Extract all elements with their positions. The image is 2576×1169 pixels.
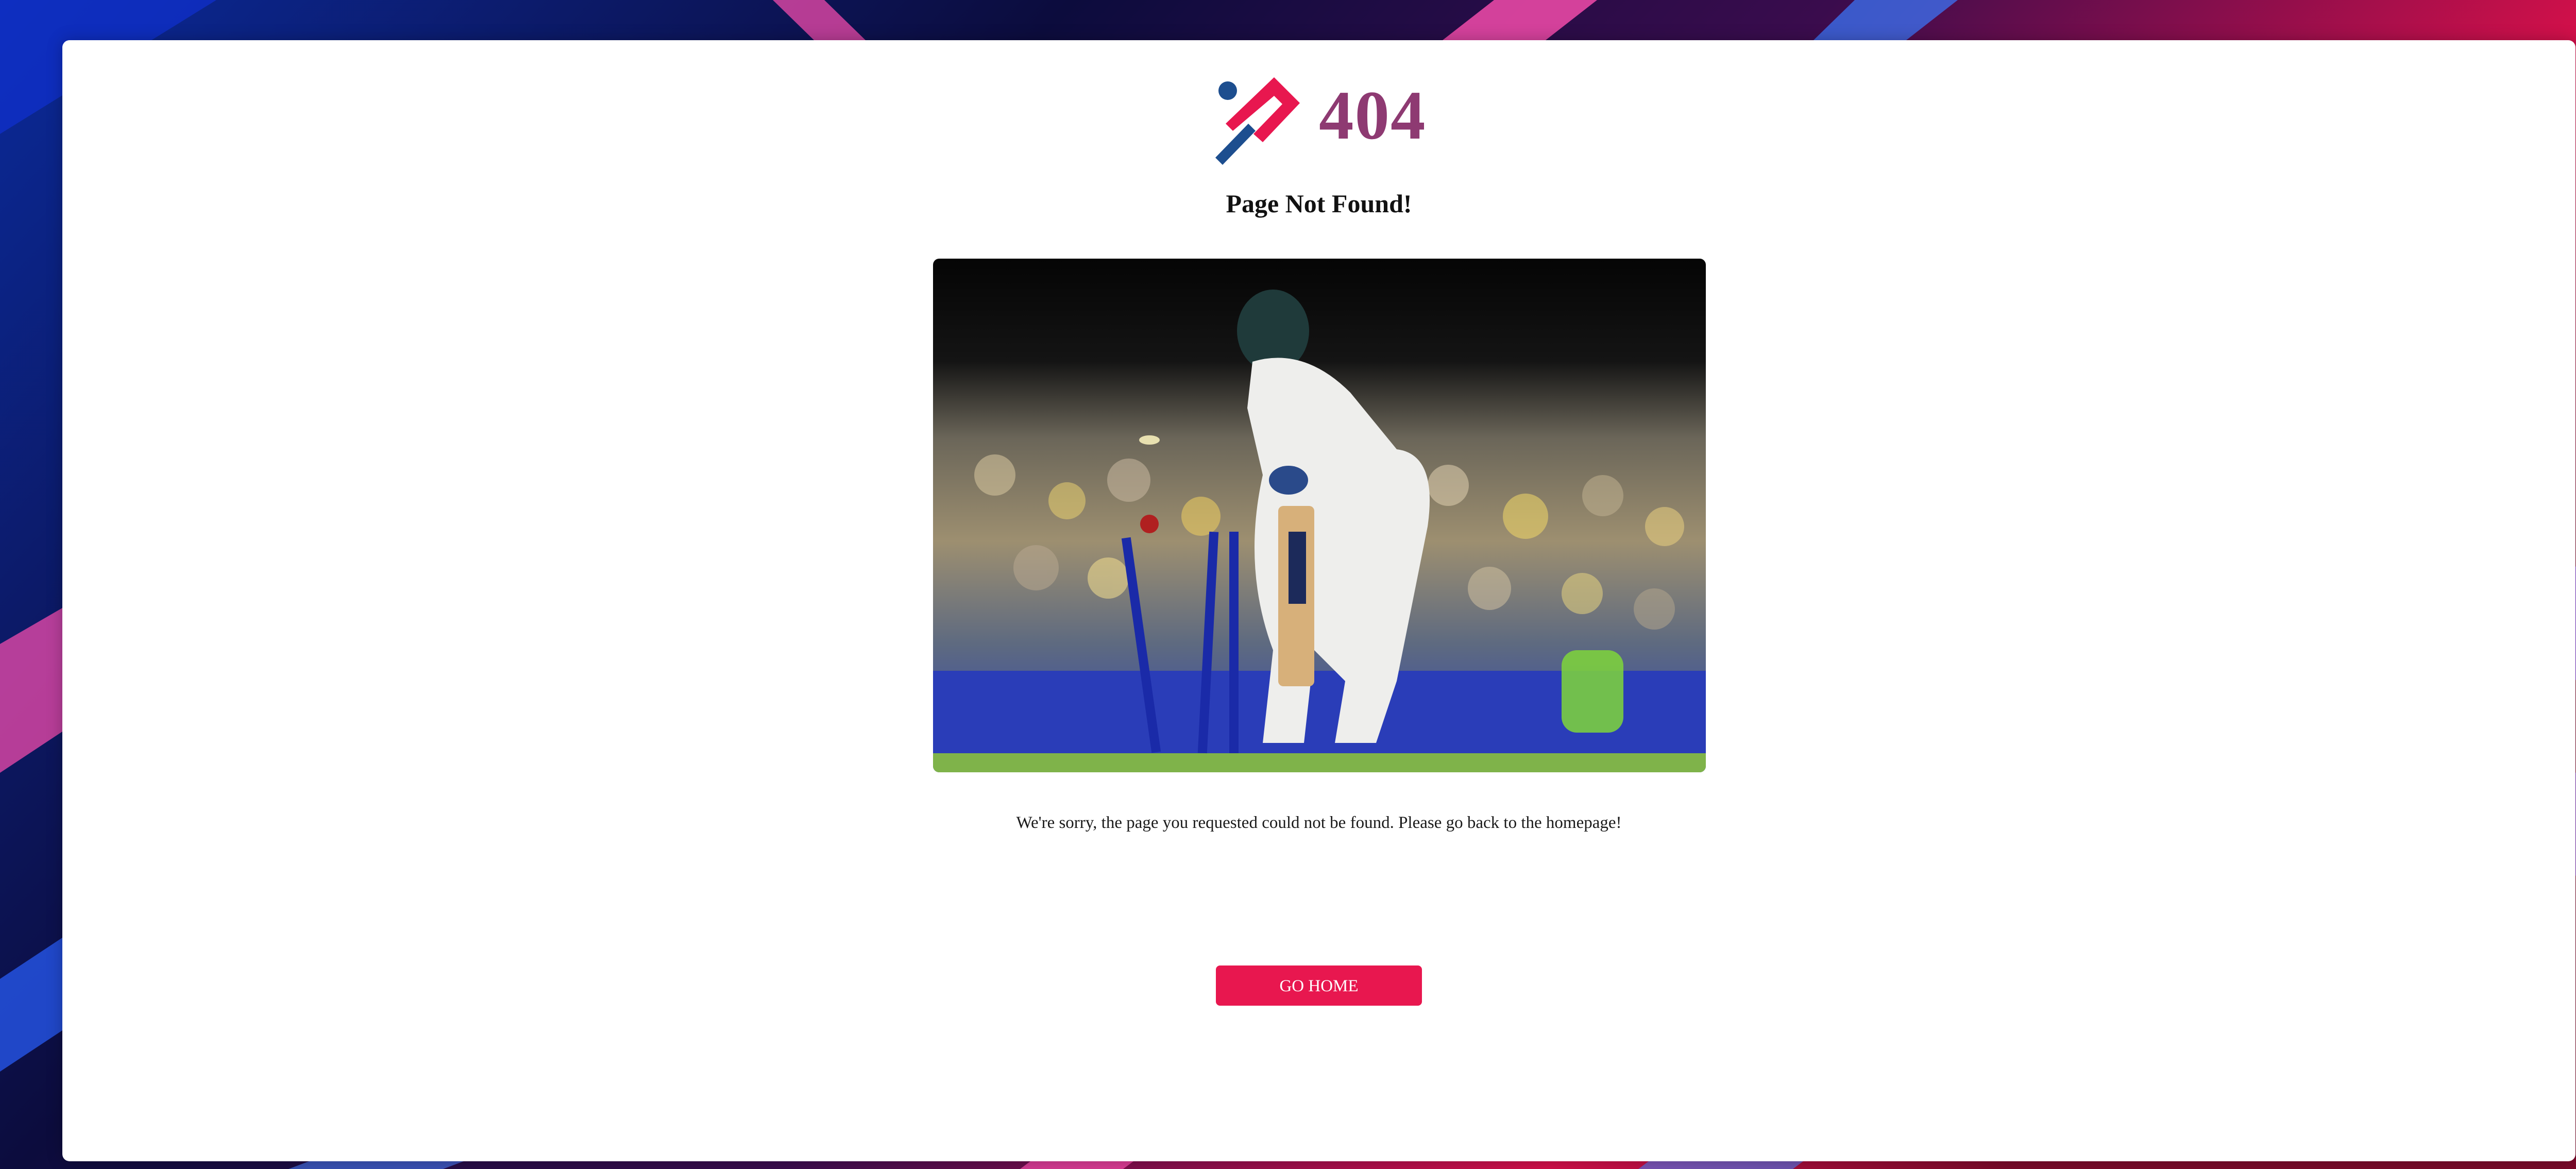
cricket-logo-icon [1215, 77, 1300, 165]
page-title: Page Not Found! [1226, 189, 1412, 218]
cricket-photo [933, 259, 1706, 772]
go-home-button[interactable]: GO HOME [1216, 965, 1422, 1006]
error-message: We're sorry, the page you requested coul… [1016, 814, 1622, 832]
error-code: 404 [1319, 77, 1427, 154]
